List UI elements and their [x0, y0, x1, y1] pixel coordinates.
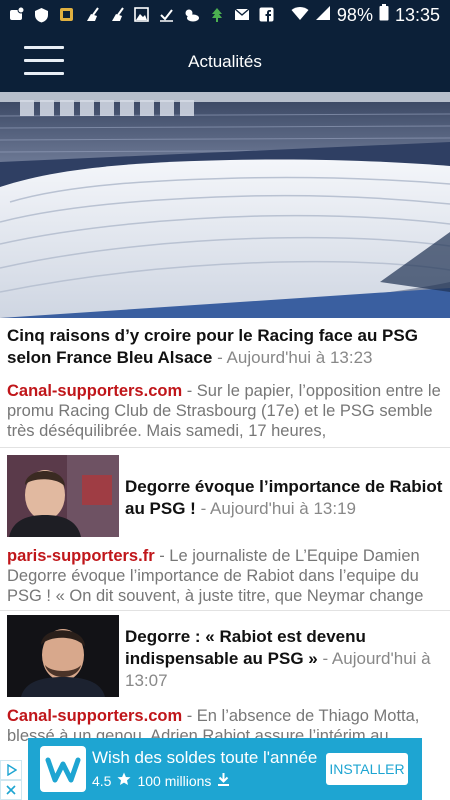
tree-icon: [208, 6, 225, 23]
clock: 13:35: [394, 4, 440, 25]
article-thumbnail[interactable]: [7, 455, 119, 537]
article-source: Canal-supporters.com: [7, 382, 183, 400]
article-source: Canal-supporters.com: [7, 707, 183, 725]
star-icon: [117, 772, 131, 789]
ad-close-icon[interactable]: [0, 780, 22, 800]
ad-banner[interactable]: Wish des soldes toute l'année 4.5 100 mi…: [28, 738, 422, 800]
download-icon: [217, 772, 230, 789]
ad-installs: 100 millions: [137, 772, 212, 789]
divider: [0, 447, 450, 448]
article-excerpt-2[interactable]: paris-supporters.fr - Le journaliste de …: [7, 546, 447, 608]
ad-title: Wish des soldes toute l'année: [92, 748, 318, 767]
facebook-icon: [258, 6, 275, 23]
broom-icon: [108, 6, 125, 23]
ad-rating-value: 4.5: [92, 772, 112, 789]
check-icon: [158, 6, 175, 23]
article-thumbnail[interactable]: [7, 615, 119, 697]
signal-icon: [315, 5, 331, 26]
shield-icon: [33, 6, 50, 23]
broom-icon: [83, 6, 100, 23]
notification-icons: [8, 6, 275, 23]
article-hero-image[interactable]: [0, 92, 450, 318]
app-icon: [58, 6, 75, 23]
article-excerpt-1[interactable]: Canal-supporters.com - Sur le papier, l’…: [7, 381, 447, 443]
install-button[interactable]: INSTALLER: [326, 753, 408, 785]
mail-icon: [233, 6, 250, 23]
image-icon: [133, 6, 150, 23]
ad-choices-icon[interactable]: [0, 760, 22, 780]
article-source: paris-supporters.fr: [7, 547, 155, 565]
article-headline-1[interactable]: Cinq raisons d’y croire pour le Racing f…: [7, 325, 443, 369]
article-time: - Aujourd'hui à 13:19: [200, 499, 357, 518]
weather-icon: [183, 6, 200, 23]
notification-icon: [8, 6, 25, 23]
page-title: Actualités: [188, 52, 262, 71]
divider: [0, 610, 450, 611]
app-bar: Actualités: [0, 30, 450, 92]
wifi-icon: [291, 5, 309, 26]
battery-icon: [379, 4, 389, 26]
battery-level: 98%: [336, 4, 373, 25]
status-bar: 98% 13:35: [0, 0, 450, 30]
article-headline-2[interactable]: Degorre évoque l’importance de Rabiot au…: [125, 476, 445, 520]
article-headline-3[interactable]: Degorre : « Rabiot est devenu indispensa…: [125, 626, 445, 692]
system-status: 98% 13:35: [291, 4, 440, 26]
wish-logo-icon: [40, 746, 86, 792]
ad-rating: 4.5 100 millions: [92, 772, 230, 789]
article-time: - Aujourd'hui à 13:23: [217, 348, 373, 367]
